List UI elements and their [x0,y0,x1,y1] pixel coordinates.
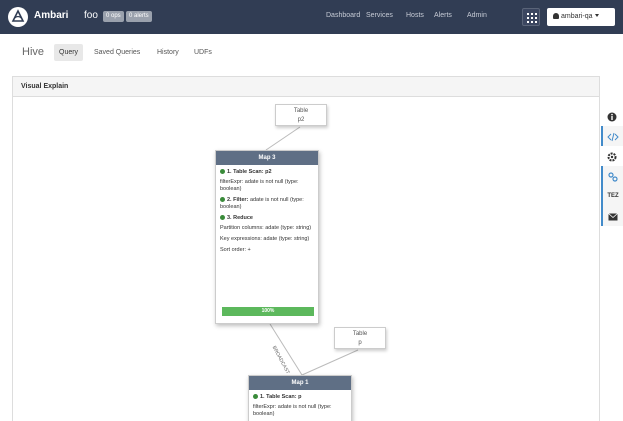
table-node-p2[interactable]: Table p2 [275,104,327,126]
map3-node[interactable]: Map 3 1. Table Scan: p2 filterExpr: adat… [215,150,319,324]
status-dot-icon [220,215,225,220]
link-icon[interactable] [601,166,623,186]
table-node-name: p2 [297,117,305,123]
tez-tab[interactable]: TEZ [601,186,623,206]
map1-node[interactable]: Map 1 1. Table Scan: p filterExpr: adate… [248,375,352,421]
table-node-name: p [358,340,362,346]
map3-op2-label: 2. Filter: [227,197,249,203]
map3-title: Map 3 [216,151,318,165]
envelope-icon[interactable] [601,206,623,226]
map3-op3: 3. Reduce [220,215,314,222]
edge-p-map1 [301,349,359,376]
status-dot-icon [220,197,225,202]
table-node-title: Table [293,108,309,114]
info-icon[interactable] [601,106,623,126]
edge-p2-map3 [265,126,301,151]
map3-op1-label: 1. Table Scan: p2 [227,169,272,175]
status-dot-icon [253,394,258,399]
map1-op1: 1. Table Scan: p [253,394,347,401]
map3-progress-fill: 100% [222,307,314,316]
map3-keys: Key expressions: adate (type: string) [220,236,310,242]
map3-op2: 2. Filter: adate is not null (type: bool… [220,197,314,211]
code-icon[interactable] [601,126,623,146]
map3-progress-bar: 100% [222,307,314,316]
table-node-title: Table [352,331,368,337]
map3-op1: 1. Table Scan: p2 [220,169,314,176]
map3-op3-label: 3. Reduce [227,215,253,221]
map3-partition: Partition columns: adate (type: string) [220,225,312,231]
table-node-p[interactable]: Table p [334,327,386,349]
map1-op1-detail: filterExpr: adate is not null (type: boo… [253,404,332,417]
status-dot-icon [220,169,225,174]
map3-op1-detail: filterExpr: adate is not null (type: boo… [220,179,299,192]
map3-sort: Sort order: + [220,247,251,253]
gear-icon[interactable] [601,146,623,166]
map1-title: Map 1 [249,376,351,390]
map1-op1-label: 1. Table Scan: p [260,394,302,400]
